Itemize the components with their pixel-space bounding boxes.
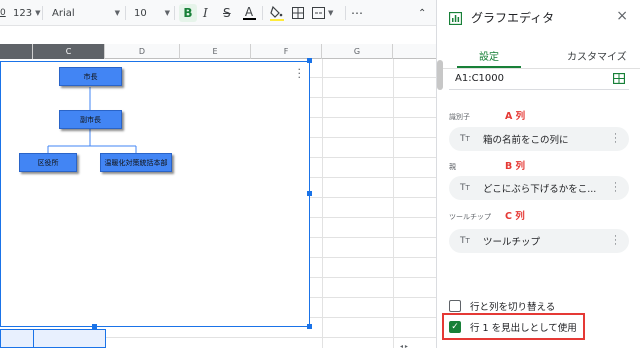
text-type-icon: TT [460, 236, 470, 246]
column-label: E [212, 47, 218, 56]
column-header-g[interactable]: G [322, 44, 393, 59]
text-type-icon: TT [460, 134, 470, 144]
strikethrough-button[interactable]: S [223, 0, 231, 26]
font-family-label: Arial [52, 7, 75, 19]
chevron-down-icon: ▼ [164, 9, 170, 17]
column-label: F [283, 47, 289, 56]
more-options-icon[interactable]: ⋯ [351, 0, 364, 26]
tab-setup[interactable]: 設定 [479, 48, 499, 63]
switch-rows-columns-checkbox[interactable] [449, 300, 461, 312]
resize-handle[interactable] [307, 191, 312, 196]
parent-value: どこにぶら下げるかをこ... [483, 184, 597, 195]
text-type-icon: TT [460, 183, 470, 193]
node-label: 温暖化対策統括本部 [104, 158, 168, 167]
toolbar-divider [42, 6, 43, 20]
tab-customize[interactable]: カスタマイズ [567, 48, 627, 63]
grid-line [393, 59, 394, 348]
number-format-dropdown[interactable]: 123 ▼ [13, 0, 40, 26]
column-annotation-a: A 列 [505, 111, 526, 122]
tooltip-value: ツールチップ [483, 237, 541, 248]
identifier-field[interactable]: TT 箱の名前をこの列に · · · [449, 127, 629, 151]
column-header-b[interactable] [0, 44, 33, 59]
org-chart[interactable]: 市長 副市長 区役所 温暖化対策統括本部 · · · [0, 61, 310, 327]
font-size-dropdown[interactable]: 10 ▼ [134, 0, 170, 26]
highlight-box [442, 313, 585, 340]
org-node-ward-office[interactable]: 区役所 [19, 153, 77, 172]
toolbar: 0 123 ▼ Arial ▼ 10 ▼ B I S A ▼ ⋯ ⌃ [0, 0, 436, 26]
grid-line [33, 329, 34, 348]
tooltip-field[interactable]: TT ツールチップ · · · [449, 229, 629, 253]
more-vert-icon[interactable]: · · · [614, 180, 617, 197]
font-family-dropdown[interactable]: Arial ▼ [52, 0, 122, 26]
close-icon[interactable]: × [616, 8, 628, 24]
paint-bucket-icon [270, 5, 284, 21]
column-annotation-c: C 列 [505, 211, 525, 222]
resize-handle[interactable] [307, 324, 312, 329]
selected-cell-range[interactable] [0, 329, 106, 348]
font-size-label: 10 [134, 7, 147, 19]
panel-title: グラフエディタ [471, 11, 555, 25]
identifier-label: 識別子 [449, 113, 470, 121]
text-color-icon: A [244, 5, 254, 19]
toolbar-divider [345, 6, 346, 20]
identifier-value: 箱の名前をこの列に [483, 135, 569, 146]
text-color-swatch [242, 18, 256, 20]
column-header-row: C D E F G [0, 44, 436, 59]
merge-cells-button[interactable]: ▼ [312, 0, 333, 26]
chart-editor-panel: グラフエディタ × 設定 カスタマイズ A1:C1000 識別子 A 列 TT … [436, 0, 640, 348]
bold-icon: B [183, 6, 193, 20]
grid-select-icon[interactable] [612, 72, 626, 87]
column-header-e[interactable]: E [180, 44, 251, 59]
fill-color-button[interactable] [270, 0, 284, 26]
bold-button[interactable]: B [179, 4, 197, 22]
panel-scrollbar[interactable] [437, 60, 443, 90]
data-range-value: A1:C1000 [455, 73, 505, 84]
chevron-down-icon: ▼ [114, 9, 120, 17]
italic-icon: I [203, 6, 208, 20]
collapse-toolbar-icon[interactable]: ⌃ [418, 0, 426, 26]
resize-handle[interactable] [307, 58, 312, 63]
data-range-field[interactable]: A1:C1000 [449, 68, 629, 90]
italic-button[interactable]: I [203, 0, 208, 26]
text-color-button[interactable]: A [242, 0, 256, 26]
number-format-label: 123 [13, 7, 33, 19]
resize-handle[interactable] [92, 324, 97, 329]
more-vert-icon[interactable]: · · · [614, 233, 617, 250]
toolbar-divider [125, 6, 126, 20]
strikethrough-icon: S [223, 6, 231, 20]
org-node-deputy-mayor[interactable]: 副市長 [59, 110, 122, 129]
org-chart-connectors [47, 87, 137, 153]
chart-menu-icon[interactable]: · · · [298, 64, 302, 83]
org-node-mayor[interactable]: 市長 [59, 67, 122, 86]
parent-field[interactable]: TT どこにぶら下げるかをこ... · · · [449, 176, 629, 200]
chevron-down-icon: ▼ [328, 9, 334, 17]
borders-button[interactable] [292, 0, 304, 26]
scroll-indicator[interactable]: ◂ ▸ [400, 343, 408, 348]
decimal-format-label: 0 [0, 8, 6, 18]
node-label: 市長 [83, 72, 98, 81]
parent-label: 親 [449, 163, 456, 171]
column-label: G [353, 47, 361, 56]
org-node-climate-hq[interactable]: 温暖化対策統括本部 [100, 153, 172, 172]
column-header-c[interactable]: C [33, 44, 105, 59]
decimal-format-button[interactable]: 0 [0, 0, 6, 26]
switch-rows-columns-option[interactable]: 行と列を切り替える [449, 299, 555, 313]
column-annotation-b: B 列 [505, 161, 526, 172]
column-label: C [65, 47, 72, 56]
column-header-f[interactable]: F [251, 44, 322, 59]
column-header-d[interactable]: D [105, 44, 180, 59]
node-label: 副市長 [80, 115, 101, 124]
chart-icon [448, 10, 463, 29]
toolbar-divider [174, 6, 175, 20]
merge-cells-icon [312, 7, 325, 19]
chevron-down-icon: ▼ [35, 9, 41, 17]
borders-icon [292, 7, 304, 19]
tooltip-label: ツールチップ [449, 213, 491, 221]
column-label: D [138, 47, 146, 56]
toolbar-divider [262, 6, 263, 20]
switch-rows-columns-label: 行と列を切り替える [470, 302, 556, 313]
more-vert-icon[interactable]: · · · [614, 131, 617, 148]
grid-line [322, 59, 323, 348]
node-label: 区役所 [37, 158, 59, 167]
